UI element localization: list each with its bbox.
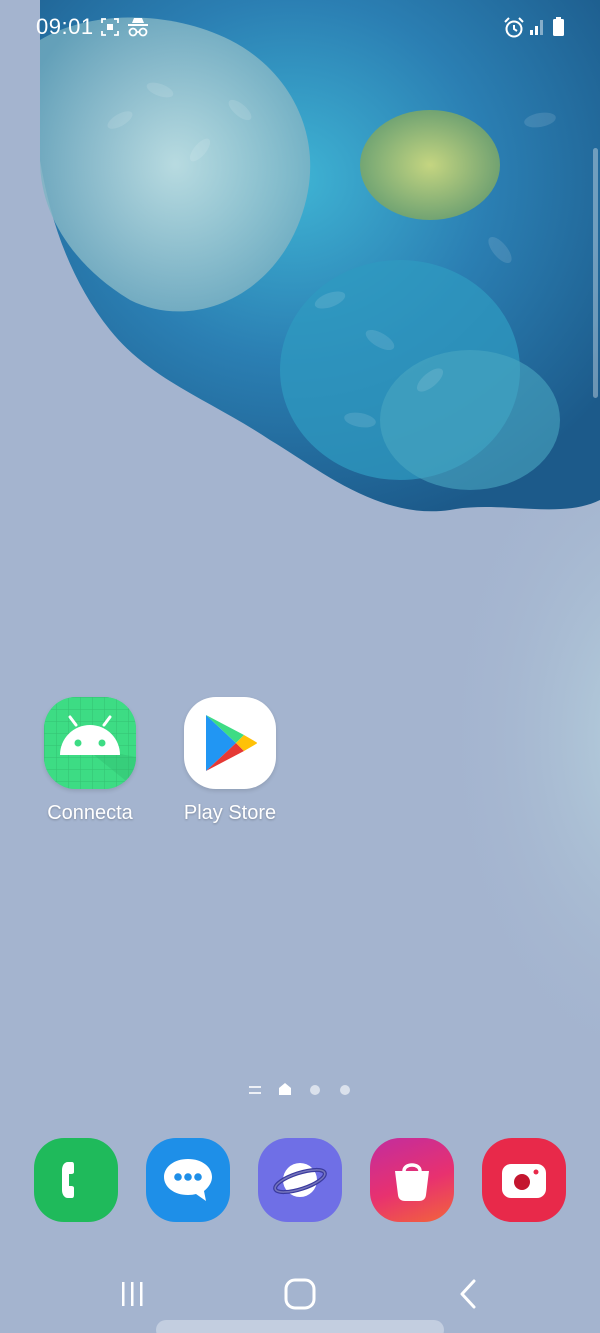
app-connecta[interactable]: Connecta bbox=[20, 697, 160, 825]
internet-icon[interactable] bbox=[258, 1138, 342, 1222]
navigation-bar bbox=[0, 1262, 600, 1326]
page-indicator bbox=[0, 1080, 600, 1100]
back-icon[interactable] bbox=[438, 1262, 498, 1326]
recents-icon[interactable] bbox=[102, 1262, 162, 1326]
edge-panel-handle[interactable] bbox=[593, 148, 598, 398]
play-store-icon bbox=[184, 697, 276, 789]
apps-list-indicator[interactable] bbox=[248, 1083, 262, 1097]
android-icon bbox=[44, 697, 136, 789]
app-label: Play Store bbox=[183, 802, 277, 824]
messages-icon[interactable] bbox=[146, 1138, 230, 1222]
screenshot-icon bbox=[101, 18, 119, 36]
dock bbox=[0, 1138, 600, 1224]
phone-icon[interactable] bbox=[34, 1138, 118, 1222]
status-bar: 09:01 bbox=[0, 0, 600, 56]
page-dot[interactable] bbox=[339, 1084, 351, 1096]
app-play-store[interactable]: Play Store bbox=[160, 697, 300, 825]
gesture-bar[interactable] bbox=[156, 1320, 444, 1333]
incognito-icon bbox=[128, 18, 148, 37]
signal-icon bbox=[530, 20, 543, 35]
battery-icon bbox=[553, 17, 564, 36]
camera-icon[interactable] bbox=[482, 1138, 566, 1222]
home-page-indicator[interactable] bbox=[278, 1082, 292, 1096]
app-label: Connecta bbox=[47, 802, 133, 824]
alarm-icon bbox=[504, 17, 524, 38]
page-dot[interactable] bbox=[309, 1084, 321, 1096]
wallpaper bbox=[0, 0, 600, 1333]
status-time: 09:01 bbox=[36, 14, 94, 39]
galaxy-store-icon[interactable] bbox=[370, 1138, 454, 1222]
home-icon[interactable] bbox=[270, 1262, 330, 1326]
